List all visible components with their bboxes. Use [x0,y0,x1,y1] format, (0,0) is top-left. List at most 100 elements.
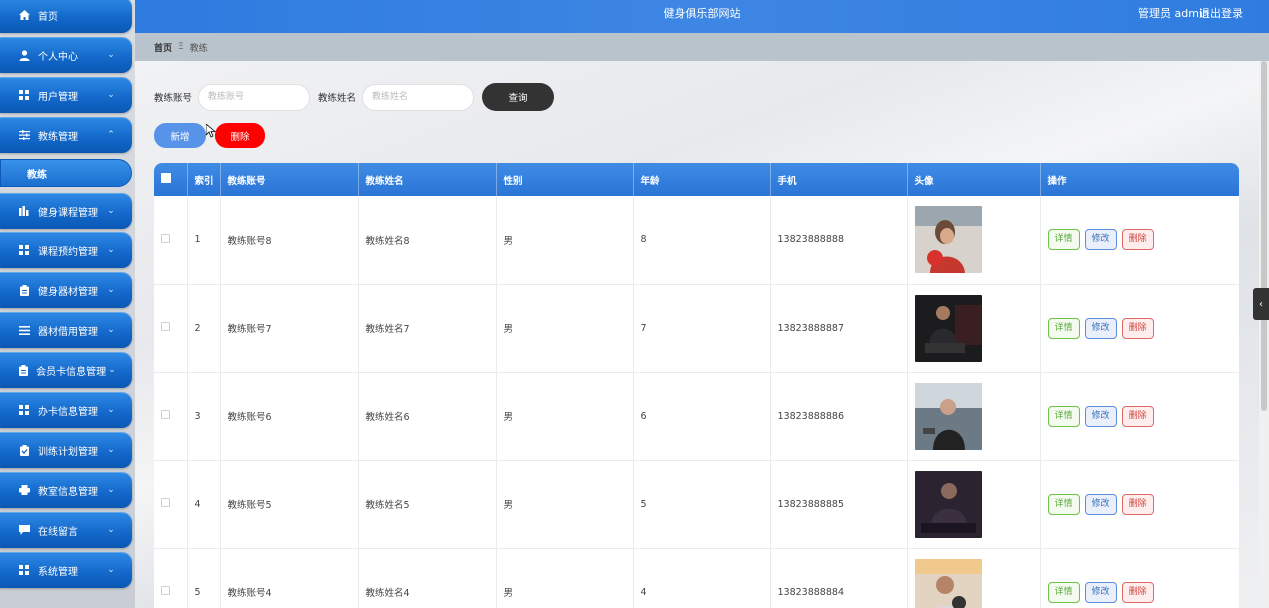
batch-delete-button[interactable]: 删除 [215,123,265,148]
name-cell: 教练姓名5 [358,460,497,549]
name-cell: 教练姓名7 [358,284,497,373]
edit-button[interactable]: 修改 [1084,229,1117,251]
scrollbar-thumb[interactable] [1261,61,1267,411]
delete-button[interactable]: 删除 [1121,581,1154,603]
avatar [914,470,982,538]
phone-cell: 13823888887 [770,284,908,373]
detail-button[interactable]: 详情 [1047,405,1080,427]
breadcrumb: 首页 Ξ 教练 [135,33,1269,61]
sidebar-item-membercard[interactable]: 会员卡信息管理 ⌄ [0,352,132,388]
page-scrollbar[interactable] [1259,61,1269,608]
detail-button[interactable]: 详情 [1047,581,1080,603]
sidebar-item-label: 系统管理 [38,566,78,578]
row-checkbox[interactable] [161,586,170,595]
sidebar-item-system[interactable]: 系统管理 ⌄ [0,552,132,588]
delete-button[interactable]: 删除 [1121,229,1154,251]
sidebar-item-coach[interactable]: 教练管理 ⌃ [0,117,132,153]
sidebar-item-users[interactable]: 用户管理 ⌄ [0,77,132,113]
name-search-input[interactable] [362,83,475,111]
account-cell: 教练账号6 [220,372,359,461]
message-icon [18,524,30,536]
row-checkbox[interactable] [161,410,170,419]
account-cell: 教练账号7 [220,284,359,373]
detail-button[interactable]: 详情 [1047,493,1080,515]
sidebar-item-borrowing[interactable]: 器材借用管理 ⌄ [0,312,132,348]
chevron-down-icon: ⌄ [107,50,115,60]
sidebar: 首页 个人中心 ⌄ 用户管理 ⌄ 教练管理 ⌃ 教练 健身课程管理 ⌄ 课程预约… [0,0,135,608]
user-icon [18,49,30,61]
mouse-cursor-icon [206,124,216,138]
sidebar-item-label: 办卡信息管理 [38,406,98,418]
name-cell: 教练姓名4 [358,548,497,608]
sidebar-item-label: 健身器材管理 [38,286,98,298]
row-checkbox[interactable] [161,322,170,331]
edit-button[interactable]: 修改 [1084,317,1117,339]
table-row: 5 教练账号4 教练姓名4 男 4 13823888884 详情 修改 删除 [154,548,1239,608]
breadcrumb-current: 教练 [189,43,208,54]
name-cell: 教练姓名8 [358,196,497,285]
account-search-input[interactable] [198,83,311,111]
delete-button[interactable]: 删除 [1121,317,1154,339]
sidebar-item-training[interactable]: 训练计划管理 ⌄ [0,432,132,468]
column-header: 索引 [187,163,221,196]
column-header: 教练姓名 [358,163,497,196]
detail-button[interactable]: 详情 [1047,317,1080,339]
sidebar-item-profile[interactable]: 个人中心 ⌄ [0,37,132,73]
sidebar-item-home[interactable]: 首页 [0,0,132,33]
edit-button[interactable]: 修改 [1084,493,1117,515]
sliders-icon [18,129,30,141]
clipboard-icon [18,284,30,296]
chevron-down-icon: ⌄ [107,485,115,495]
sidebar-subitem-coach[interactable]: 教练 [0,159,132,187]
table-row: 4 教练账号5 教练姓名5 男 5 13823888885 详情 修改 删除 [154,460,1239,549]
edit-button[interactable]: 修改 [1084,405,1117,427]
query-button[interactable]: 查询 [482,83,555,111]
age-cell: 8 [633,196,771,285]
column-header: 头像 [907,163,1041,196]
home-icon [18,9,30,21]
select-all-checkbox[interactable] [161,173,171,183]
name-cell: 教练姓名6 [358,372,497,461]
avatar [914,206,982,274]
account-cell: 教练账号5 [220,460,359,549]
sidebar-item-label: 健身课程管理 [38,207,98,219]
delete-button[interactable]: 删除 [1121,493,1154,515]
gender-cell: 男 [496,372,634,461]
phone-cell: 13823888888 [770,196,908,285]
row-checkbox[interactable] [161,498,170,507]
index-cell: 2 [187,284,221,373]
logout-link[interactable]: 退出登录 [1199,0,1243,28]
site-title: 健身俱乐部网站 [663,7,741,20]
row-checkbox[interactable] [161,233,170,243]
sidebar-item-label: 会员卡信息管理 [36,366,107,378]
sidebar-item-cardapply[interactable]: 办卡信息管理 ⌄ [0,392,132,428]
age-cell: 7 [633,284,771,373]
phone-cell: 13823888884 [770,548,908,608]
index-cell: 1 [187,196,221,285]
add-button[interactable]: 新增 [154,123,206,148]
sidebar-item-classroom[interactable]: 教室信息管理 ⌄ [0,472,132,508]
edit-button[interactable]: 修改 [1084,581,1117,603]
sidebar-item-booking[interactable]: 课程预约管理 ⌄ [0,232,132,268]
name-filter-label: 教练姓名 [318,93,357,104]
chevron-down-icon: ⌄ [107,445,115,455]
delete-button[interactable]: 删除 [1121,405,1154,427]
sidebar-item-label: 训练计划管理 [38,446,98,458]
collapse-panel-toggle[interactable]: ‹ [1253,288,1269,320]
sidebar-item-messages[interactable]: 在线留言 ⌄ [0,512,132,548]
breadcrumb-home[interactable]: 首页 [154,41,172,54]
avatar [914,382,982,450]
detail-button[interactable]: 详情 [1047,229,1080,251]
chevron-left-icon: ‹ [1259,298,1263,310]
account-cell: 教练账号4 [220,548,359,608]
sidebar-item-equipment[interactable]: 健身器材管理 ⌄ [0,272,132,308]
account-filter-label: 教练账号 [154,93,193,104]
table-row: 1 教练账号8 教练姓名8 男 8 13823888888 详情 修改 删除 [154,196,1239,285]
column-header: 年龄 [633,163,771,196]
sidebar-item-label: 课程预约管理 [38,246,98,258]
print-icon [18,484,30,496]
select-all-cell[interactable] [154,163,188,196]
breadcrumb-separator: Ξ [178,42,184,52]
sidebar-item-courses[interactable]: 健身课程管理 ⌄ [0,193,132,229]
avatar [914,294,982,362]
